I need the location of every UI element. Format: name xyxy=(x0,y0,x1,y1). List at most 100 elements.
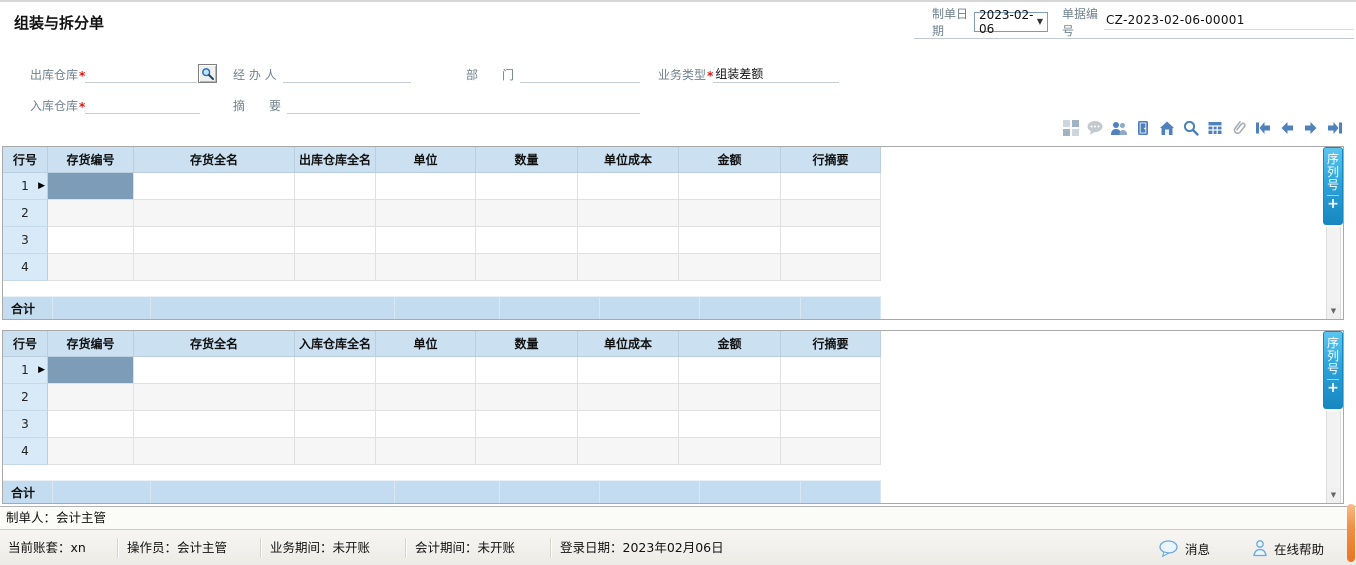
grid-icon[interactable] xyxy=(1061,118,1080,137)
out-warehouse-input[interactable] xyxy=(85,65,197,83)
column-header[interactable]: 单位 xyxy=(376,331,476,357)
column-header[interactable]: 存货全名 xyxy=(134,147,295,173)
vertical-scrollbar[interactable]: ▼ xyxy=(1326,411,1341,503)
grid-cell[interactable] xyxy=(48,254,134,281)
grid-cell[interactable] xyxy=(295,200,376,227)
next-record-icon[interactable] xyxy=(1301,118,1320,137)
grid-cell[interactable] xyxy=(679,411,781,438)
calculator-icon[interactable] xyxy=(1205,118,1224,137)
grid-cell[interactable] xyxy=(48,173,134,200)
grid-cell[interactable] xyxy=(679,173,781,200)
grid-cell[interactable] xyxy=(578,173,679,200)
column-header[interactable]: 行号 xyxy=(3,331,48,357)
first-record-icon[interactable] xyxy=(1253,118,1272,137)
grid-cell[interactable] xyxy=(476,357,578,384)
grid-cell[interactable] xyxy=(679,438,781,465)
row-number[interactable]: 4 xyxy=(3,438,48,465)
grid-cell[interactable] xyxy=(476,384,578,411)
row-number[interactable]: 3 xyxy=(3,411,48,438)
row-number[interactable]: 1▶ xyxy=(3,173,48,200)
grid-cell[interactable] xyxy=(48,357,134,384)
column-header[interactable]: 单位 xyxy=(376,147,476,173)
column-header[interactable]: 入库仓库全名 xyxy=(295,331,376,357)
grid-cell[interactable] xyxy=(48,438,134,465)
grid-cell[interactable] xyxy=(134,357,295,384)
grid-cell[interactable] xyxy=(48,411,134,438)
grid-cell[interactable] xyxy=(295,384,376,411)
grid-cell[interactable] xyxy=(295,227,376,254)
grid-cell[interactable] xyxy=(781,254,881,281)
grid-cell[interactable] xyxy=(578,411,679,438)
add-row-button[interactable]: + xyxy=(1327,196,1339,212)
grid-cell[interactable] xyxy=(578,200,679,227)
page-scrollbar-thumb[interactable] xyxy=(1347,504,1355,562)
grid-cell[interactable] xyxy=(578,438,679,465)
column-header[interactable]: 单位成本 xyxy=(578,147,679,173)
grid-cell[interactable] xyxy=(781,200,881,227)
grid-cell[interactable] xyxy=(48,227,134,254)
grid-cell[interactable] xyxy=(376,438,476,465)
grid-cell[interactable] xyxy=(781,438,881,465)
column-header[interactable]: 存货全名 xyxy=(134,331,295,357)
grid-cell[interactable] xyxy=(781,173,881,200)
grid-cell[interactable] xyxy=(295,411,376,438)
handler-input[interactable] xyxy=(283,65,411,83)
row-number[interactable]: 3 xyxy=(3,227,48,254)
grid-cell[interactable] xyxy=(781,411,881,438)
grid-cell[interactable] xyxy=(134,438,295,465)
grid-cell[interactable] xyxy=(48,200,134,227)
grid-cell[interactable] xyxy=(476,411,578,438)
grid-cell[interactable] xyxy=(134,173,295,200)
grid-cell[interactable] xyxy=(376,254,476,281)
row-number[interactable]: 4 xyxy=(3,254,48,281)
grid-cell[interactable] xyxy=(679,384,781,411)
column-header[interactable]: 存货编号 xyxy=(48,147,134,173)
warehouse-icon[interactable] xyxy=(1157,118,1176,137)
summary-input[interactable] xyxy=(287,96,640,114)
grid-cell[interactable] xyxy=(476,200,578,227)
grid-cell[interactable] xyxy=(578,357,679,384)
grid-cell[interactable] xyxy=(476,254,578,281)
biz-type-input[interactable]: 组装差额 xyxy=(713,65,839,83)
grid-cell[interactable] xyxy=(376,384,476,411)
comments-icon[interactable] xyxy=(1085,118,1104,137)
column-header[interactable]: 单位成本 xyxy=(578,331,679,357)
column-header[interactable]: 行摘要 xyxy=(781,331,881,357)
column-header[interactable]: 数量 xyxy=(476,331,578,357)
grid-cell[interactable] xyxy=(376,173,476,200)
row-number[interactable]: 1▶ xyxy=(3,357,48,384)
grid-cell[interactable] xyxy=(781,384,881,411)
contacts-icon[interactable] xyxy=(1109,118,1128,137)
grid-cell[interactable] xyxy=(376,411,476,438)
grid-cell[interactable] xyxy=(134,411,295,438)
department-input[interactable] xyxy=(520,65,640,83)
door-icon[interactable] xyxy=(1133,118,1152,137)
grid-cell[interactable] xyxy=(295,357,376,384)
grid-cell[interactable] xyxy=(295,173,376,200)
vertical-scrollbar[interactable]: ▼ xyxy=(1326,227,1341,319)
grid-cell[interactable] xyxy=(476,227,578,254)
grid-cell[interactable] xyxy=(134,254,295,281)
column-header[interactable]: 行号 xyxy=(3,147,48,173)
grid-cell[interactable] xyxy=(476,438,578,465)
search-icon[interactable] xyxy=(1181,118,1200,137)
grid-cell[interactable] xyxy=(679,254,781,281)
row-number[interactable]: 2 xyxy=(3,200,48,227)
grid-cell[interactable] xyxy=(578,227,679,254)
grid-cell[interactable] xyxy=(679,200,781,227)
online-help-button[interactable]: 在线帮助 xyxy=(1252,530,1324,565)
message-button[interactable]: 消息 xyxy=(1159,530,1210,565)
grid-cell[interactable] xyxy=(376,227,476,254)
grid-cell[interactable] xyxy=(578,384,679,411)
grid-cell[interactable] xyxy=(781,227,881,254)
row-number[interactable]: 2 xyxy=(3,384,48,411)
scroll-down-icon[interactable]: ▼ xyxy=(1327,488,1340,503)
column-header[interactable]: 存货编号 xyxy=(48,331,134,357)
grid-cell[interactable] xyxy=(376,200,476,227)
serial-number-button[interactable]: 序列号 + xyxy=(1323,331,1343,409)
prev-record-icon[interactable] xyxy=(1277,118,1296,137)
attachment-icon[interactable] xyxy=(1229,118,1248,137)
chevron-down-icon[interactable]: ▼ xyxy=(1035,17,1045,26)
grid-cell[interactable] xyxy=(295,254,376,281)
grid-cell[interactable] xyxy=(134,200,295,227)
